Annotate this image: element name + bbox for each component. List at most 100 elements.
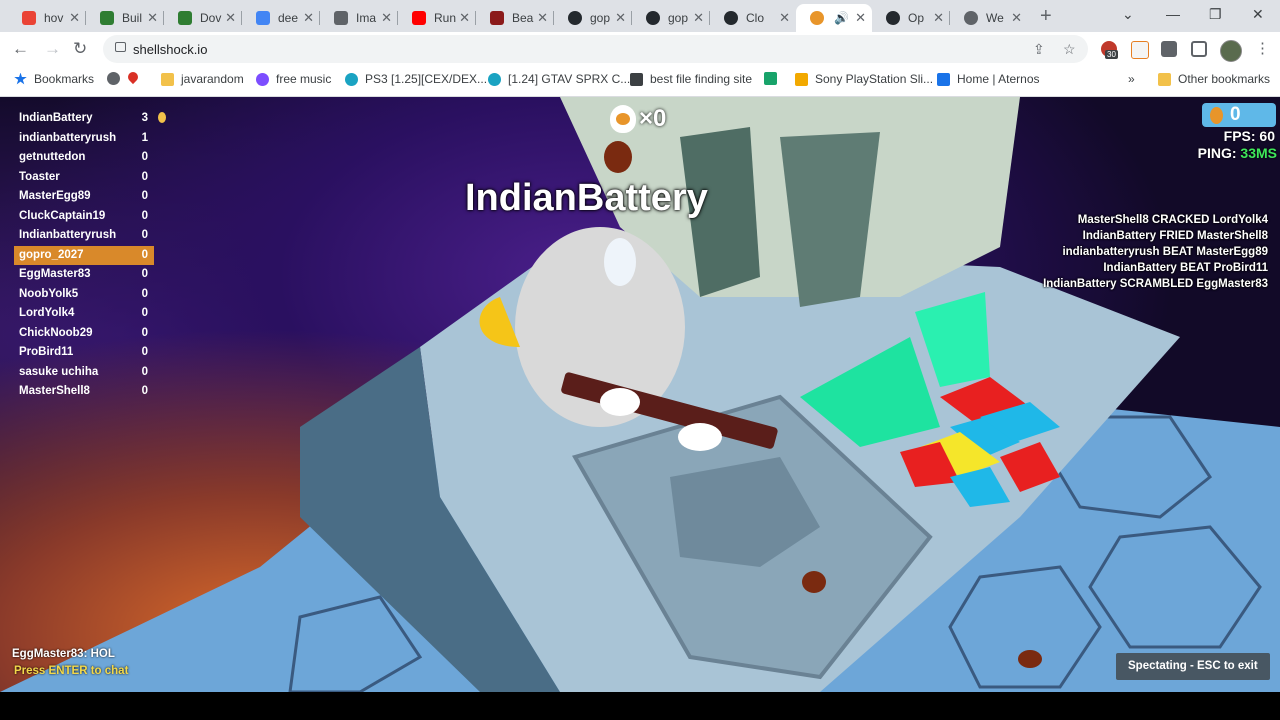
browser-tab-9[interactable]: gop ✕ xyxy=(632,4,710,32)
address-bar[interactable]: shellshock.io ⇪ ☆ xyxy=(103,35,1088,63)
bookmark-star-icon[interactable]: ☆ xyxy=(1063,41,1076,58)
spectate-status[interactable]: Spectating - ESC to exit xyxy=(1116,653,1270,680)
tab-close-icon[interactable]: ✕ xyxy=(69,10,80,26)
minimize-button[interactable]: — xyxy=(1166,6,1180,22)
avatar[interactable] xyxy=(1220,40,1242,62)
player-name: Indianbatteryrush xyxy=(19,229,117,241)
puzzle-icon[interactable] xyxy=(1161,41,1177,57)
bookmark-item[interactable]: free music xyxy=(256,72,331,86)
browser-tab-7[interactable]: Bea ✕ xyxy=(476,4,554,32)
tab-close-icon[interactable]: ✕ xyxy=(381,10,392,26)
tab-close-icon[interactable]: ✕ xyxy=(147,10,158,26)
bookmark-item[interactable]: Bookmarks xyxy=(14,72,94,86)
kill-count: ×0 xyxy=(639,105,667,132)
star-icon xyxy=(14,72,27,85)
tab-label: gop xyxy=(590,11,611,25)
tab-close-icon[interactable]: ✕ xyxy=(1011,10,1022,26)
bookmark-item[interactable]: PS3 [1.25][CEX/DEX... xyxy=(345,72,487,86)
player-name: LordYolk4 xyxy=(19,307,75,319)
globe-icon xyxy=(107,72,120,85)
bookmark-label: Bookmarks xyxy=(34,72,95,86)
player-score: 1 xyxy=(141,131,148,144)
browser-tab-6[interactable]: Run ✕ xyxy=(398,4,476,32)
maximize-button[interactable]: ❐ xyxy=(1209,6,1222,23)
bookmark-item[interactable]: best file finding site xyxy=(630,72,752,86)
url-text[interactable]: shellshock.io xyxy=(133,42,207,57)
share-icon[interactable]: ⇪ xyxy=(1033,41,1045,58)
tab-close-icon[interactable]: ✕ xyxy=(855,10,866,26)
browser-tab-8[interactable]: gop ✕ xyxy=(554,4,632,32)
tab-close-icon[interactable]: ✕ xyxy=(225,10,236,26)
tab-label: Ima xyxy=(356,11,377,25)
browser-tab-3[interactable]: Dov ✕ xyxy=(164,4,242,32)
aternos-icon xyxy=(937,72,950,86)
kill-feed-entry: IndianBattery BEAT ProBird11 xyxy=(1103,262,1268,274)
folder-icon xyxy=(1158,72,1171,86)
folder-icon xyxy=(161,72,174,86)
browser-tab-4[interactable]: dee ✕ xyxy=(242,4,320,32)
kill-feed-entry: indianbatteryrush BEAT MasterEgg89 xyxy=(1062,246,1268,258)
menu-icon[interactable]: ⋮ xyxy=(1255,39,1270,57)
browser-tab-active[interactable]: 🔊 ✕ xyxy=(796,4,872,32)
skull-icon xyxy=(610,105,636,133)
kill-feed-entry: IndianBattery FRIED MasterShell8 xyxy=(1082,230,1268,242)
speaker-icon[interactable]: 🔊 xyxy=(834,11,849,25)
browser-tab-10[interactable]: Clo ✕ xyxy=(710,4,796,32)
browser-tab-12[interactable]: Op ✕ xyxy=(872,4,950,32)
bookmark-item[interactable]: javarandom xyxy=(161,72,244,86)
bookmark-label: Other bookmarks xyxy=(1178,72,1271,86)
bookmark-item[interactable]: Sony PlayStation Sli... xyxy=(795,72,933,86)
lock-icon[interactable] xyxy=(115,42,126,52)
tab-close-icon[interactable]: ✕ xyxy=(933,10,944,26)
back-icon[interactable]: ← xyxy=(12,39,29,59)
tab-close-icon[interactable]: ✕ xyxy=(537,10,548,26)
forward-icon[interactable]: → xyxy=(44,39,61,59)
chat-hint[interactable]: Press ENTER to chat xyxy=(14,665,128,677)
tab-search-icon[interactable]: ⌄ xyxy=(1122,6,1134,23)
spectated-player-name: IndianBattery xyxy=(465,177,708,219)
new-tab-button[interactable]: + xyxy=(1040,5,1052,28)
browser-tab-1[interactable]: hov ✕ xyxy=(8,4,86,32)
bookmark-item[interactable]: [1.24] GTAV SPRX C... xyxy=(488,72,630,86)
player-score: 0 xyxy=(141,365,148,378)
side-panel-icon[interactable] xyxy=(1191,41,1207,57)
tab-close-icon[interactable]: ✕ xyxy=(779,10,790,26)
tab-favicon-icon xyxy=(334,11,348,25)
bookmark-item[interactable] xyxy=(764,72,784,85)
player-name: ChickNoob29 xyxy=(19,326,93,339)
bookmark-label: Sony PlayStation Sli... xyxy=(815,72,934,86)
tab-close-icon[interactable]: ✕ xyxy=(693,10,704,26)
player-score: 0 xyxy=(141,209,148,222)
kill-feed-entry: IndianBattery SCRAMBLED EggMaster83 xyxy=(1043,278,1268,290)
scoreboard-row: MasterShell8 0 xyxy=(14,382,154,402)
scoreboard-row: Toaster 0 xyxy=(14,168,154,188)
ping-readout: PING: 33MS xyxy=(1198,145,1277,161)
extension-badge: 30 xyxy=(1105,50,1118,59)
scoreboard-row-current-player: gopro_2027 0 xyxy=(14,245,154,265)
scoreboard-row: EggMaster83 0 xyxy=(14,265,154,285)
tab-label: Dov xyxy=(200,11,222,25)
player-name: getnuttedon xyxy=(19,151,86,163)
scoreboard-row: CluckCaptain19 0 xyxy=(14,207,154,227)
close-window-button[interactable]: ✕ xyxy=(1252,6,1264,23)
game-canvas[interactable]: IndianBattery 3 indianbatteryrush 1 getnut… xyxy=(0,97,1280,692)
extension-icon[interactable] xyxy=(1131,41,1149,59)
egg-count: 0 xyxy=(1230,104,1241,125)
bookmark-item[interactable]: Other bookmarks xyxy=(1158,72,1270,86)
tab-close-icon[interactable]: ✕ xyxy=(459,10,470,26)
tab-label: Run xyxy=(434,11,456,25)
bookmark-item[interactable] xyxy=(125,69,145,85)
bookmark-item[interactable]: Home | Aternos xyxy=(937,72,1040,86)
tab-close-icon[interactable]: ✕ xyxy=(303,10,314,26)
more-bookmarks-icon[interactable]: » xyxy=(1128,72,1135,86)
bookmark-item[interactable] xyxy=(107,72,127,85)
player-score: 0 xyxy=(141,170,148,183)
browser-tab-2[interactable]: Buil ✕ xyxy=(86,4,164,32)
reload-icon[interactable]: ↻ xyxy=(73,39,87,59)
scoreboard-row: indianbatteryrush 1 xyxy=(14,129,154,149)
browser-tab-13[interactable]: We ✕ xyxy=(950,4,1028,32)
browser-tab-5[interactable]: Ima ✕ xyxy=(320,4,398,32)
tab-close-icon[interactable]: ✕ xyxy=(615,10,626,26)
egg-visor xyxy=(604,238,636,286)
bookmark-label: javarandom xyxy=(181,72,244,86)
